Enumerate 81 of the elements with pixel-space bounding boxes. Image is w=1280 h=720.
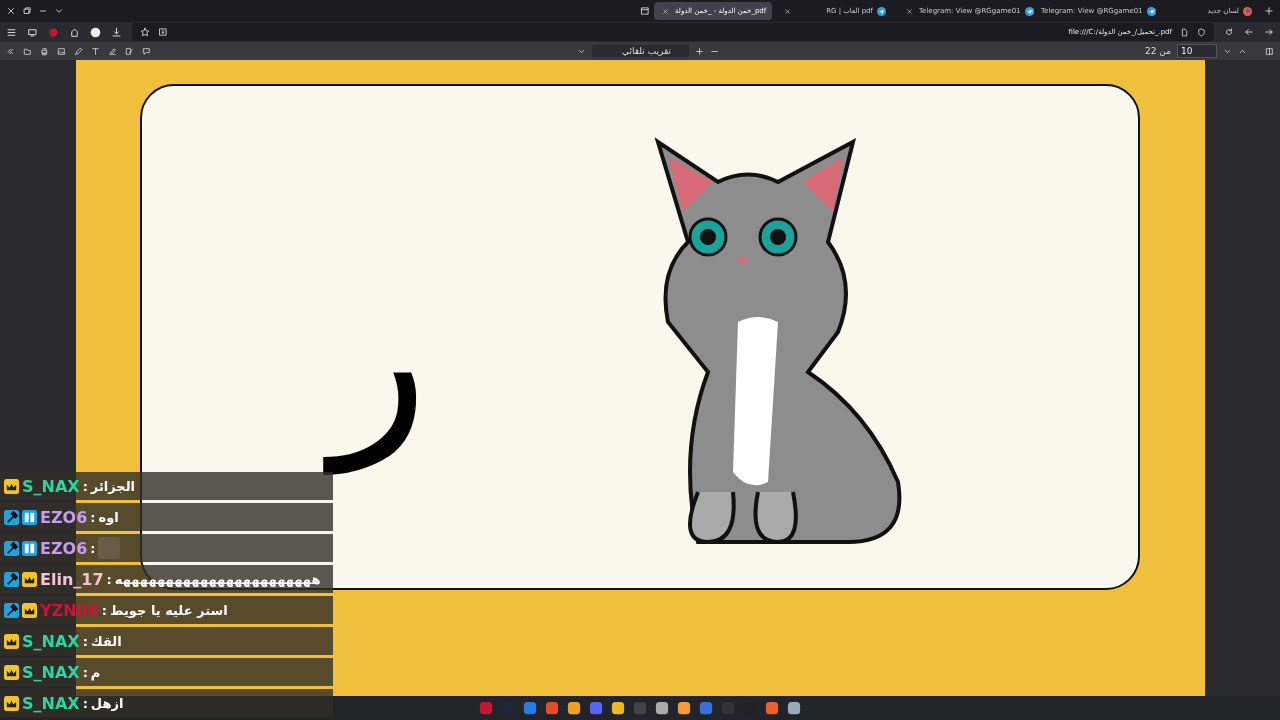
restore-icon[interactable]	[22, 6, 32, 16]
document-icon	[1180, 27, 1189, 37]
colon-separator: :	[106, 571, 112, 587]
zoom-select[interactable]: تقريب تلقائي	[592, 45, 689, 57]
arabic-letter: ر	[311, 207, 449, 507]
crown-badge-icon	[22, 571, 37, 587]
hammer-badge-icon	[4, 602, 19, 618]
crown-badge-icon	[4, 664, 19, 680]
chat-username: Elin_17	[40, 569, 104, 589]
close-icon[interactable]	[6, 6, 16, 16]
close-icon[interactable]	[1150, 7, 1157, 15]
chat-username: S_NAX	[22, 476, 80, 496]
chat-username: EZO6	[40, 538, 88, 558]
shield-icon	[1197, 27, 1206, 37]
zoom-in-icon[interactable]	[695, 46, 704, 56]
chat-username: EZO6	[40, 507, 88, 527]
chat-username: YZN06	[40, 600, 99, 620]
taskbar-app-icon[interactable]	[567, 701, 581, 715]
page-number-field[interactable]: 10	[1177, 44, 1217, 58]
taskbar-app-icon[interactable]	[523, 701, 537, 715]
crown-badge-icon	[4, 478, 19, 494]
menu-icon[interactable]	[6, 26, 17, 38]
page-count: من 22	[1145, 46, 1171, 56]
chat-username: S_NAX	[22, 662, 80, 682]
colon-separator: :	[82, 695, 88, 711]
reload-icon[interactable]	[1224, 27, 1234, 37]
pen-icon[interactable]	[74, 46, 83, 56]
chat-text: اوه	[98, 509, 119, 525]
close-icon[interactable]	[1028, 7, 1035, 15]
chat-text: هههههههههههههههههههههههه	[114, 571, 321, 587]
hammer-badge-icon	[4, 509, 19, 525]
crown-badge-icon	[4, 695, 19, 711]
colon-separator: :	[82, 664, 88, 680]
chat-text: م	[90, 664, 101, 680]
text-icon[interactable]	[91, 46, 100, 56]
taskbar-app-icon[interactable]	[765, 701, 779, 715]
taskbar-app-icon[interactable]	[545, 701, 559, 715]
crown-badge-icon	[22, 602, 37, 618]
hammer-badge-icon	[4, 540, 19, 556]
star-icon[interactable]	[140, 27, 150, 37]
image-icon[interactable]	[57, 46, 66, 56]
sidebar-icon[interactable]	[1265, 46, 1274, 56]
monitor-icon[interactable]	[27, 26, 38, 38]
print-icon[interactable]	[40, 46, 49, 56]
colon-separator: :	[101, 602, 108, 618]
chevron-down-icon[interactable]	[54, 6, 64, 16]
signature-icon[interactable]	[125, 46, 134, 56]
chat-text: الجزائر	[90, 478, 136, 494]
chat-username: S_NAX	[22, 631, 80, 651]
crown-badge-icon	[4, 633, 19, 649]
colon-separator: :	[90, 509, 96, 525]
fox-icon	[1243, 6, 1252, 16]
tab-list-icon[interactable]	[640, 6, 650, 16]
open-file-icon[interactable]	[23, 46, 32, 56]
forward-icon[interactable]	[1264, 27, 1274, 37]
plane-icon	[877, 6, 886, 16]
download-icon[interactable]	[111, 26, 122, 38]
colon-separator: :	[82, 478, 88, 494]
taskbar-app-icon[interactable]	[677, 701, 691, 715]
logo-badge-icon	[22, 509, 37, 525]
highlight-icon[interactable]	[108, 46, 117, 56]
chat-username: S_NAX	[22, 693, 80, 713]
comment-icon[interactable]	[142, 46, 151, 56]
taskbar-app-icon[interactable]	[611, 701, 625, 715]
back-icon[interactable]	[1244, 27, 1254, 37]
colon-separator: :	[90, 540, 96, 556]
chat-text: استر عليه يا جويط	[110, 602, 228, 618]
taskbar-app-icon[interactable]	[787, 701, 801, 715]
chat-text: القك	[90, 633, 122, 649]
hammer-badge-icon	[4, 571, 19, 587]
colon-separator: :	[82, 633, 88, 649]
plane-icon	[1146, 6, 1156, 16]
logo-badge-icon	[22, 540, 37, 556]
save-page-icon[interactable]	[158, 27, 168, 37]
emote-placeholder	[98, 537, 121, 559]
profile-icon[interactable]	[90, 26, 101, 38]
plane-icon	[1024, 6, 1034, 16]
taskbar-app-icon[interactable]	[655, 701, 669, 715]
plus-icon[interactable]	[1264, 6, 1274, 16]
chat-text: ازهل	[90, 695, 124, 711]
collapse-icon[interactable]	[6, 46, 15, 56]
